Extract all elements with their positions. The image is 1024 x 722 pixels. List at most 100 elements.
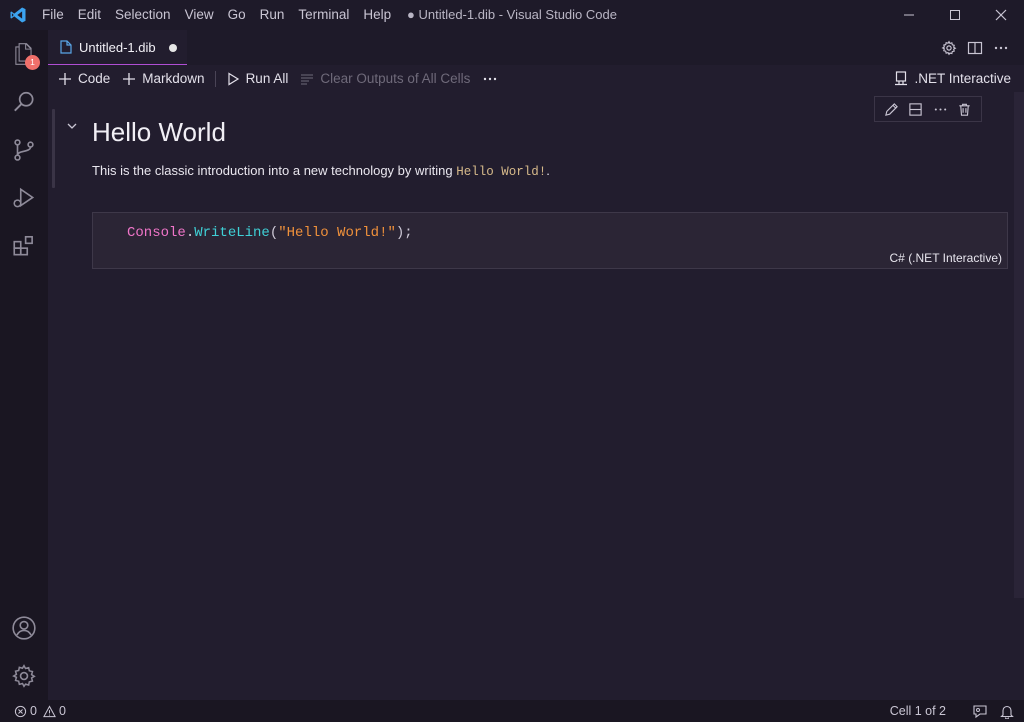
- ellipsis-icon: [484, 77, 497, 80]
- run-debug-button[interactable]: [0, 174, 48, 222]
- menu-run[interactable]: Run: [253, 0, 292, 30]
- notebook-editor: Hello World This is the classic introduc…: [48, 92, 1024, 700]
- kernel-picker[interactable]: .NET Interactive: [894, 65, 1011, 92]
- tab-untitled-1[interactable]: Untitled-1.dib: [48, 30, 187, 65]
- menu-view[interactable]: View: [178, 0, 221, 30]
- ellipsis-icon: [934, 107, 946, 111]
- maximize-button[interactable]: [932, 0, 978, 30]
- server-environment-icon: [895, 71, 908, 86]
- title-bar: File Edit Selection View Go Run Terminal…: [0, 0, 1024, 30]
- problems-status[interactable]: 0 0: [0, 704, 72, 718]
- code-token-close: );: [395, 225, 413, 241]
- vertical-scrollbar[interactable]: [1014, 92, 1024, 598]
- file-icon: [60, 40, 72, 54]
- minimize-button[interactable]: [886, 0, 932, 30]
- collapse-cell-button[interactable]: [66, 120, 78, 135]
- menu-file[interactable]: File: [35, 0, 71, 30]
- chevron-down-icon: [67, 123, 77, 129]
- code-line: Console.WriteLine("Hello World!");: [127, 225, 413, 241]
- toolbar-separator: [214, 70, 216, 87]
- trash-icon: [959, 103, 970, 116]
- code-token-string: "Hello World!": [278, 225, 396, 241]
- extensions-button[interactable]: [0, 222, 48, 270]
- edit-cell-button[interactable]: [881, 99, 901, 119]
- extensions-icon: [13, 235, 33, 256]
- code-cell-editor[interactable]: Console.WriteLine("Hello World!"); C# (.…: [92, 212, 1008, 269]
- notebook-toolbar: Code Markdown Run All Clear Outputs of A…: [48, 65, 1024, 92]
- notifications-button[interactable]: [1000, 704, 1014, 719]
- cell-position[interactable]: Cell 1 of 2: [890, 704, 946, 718]
- paragraph-end: .: [546, 163, 550, 178]
- code-token-dot: .: [185, 225, 195, 241]
- code-token-class: Console: [127, 225, 186, 241]
- toolbar-more-button[interactable]: [476, 65, 504, 92]
- add-markdown-label: Markdown: [142, 71, 205, 86]
- vscode-logo-icon: [0, 0, 35, 30]
- warning-icon: [43, 704, 56, 717]
- explorer-button[interactable]: 1: [0, 30, 48, 78]
- run-all-button[interactable]: Run All: [220, 65, 295, 92]
- feedback-button[interactable]: [972, 704, 988, 719]
- gear-icon: [12, 664, 36, 688]
- window-controls: [886, 0, 1024, 30]
- minimize-icon: [904, 14, 914, 16]
- split-cell-button[interactable]: [906, 99, 926, 119]
- status-bar: 0 0 Cell 1 of 2: [0, 700, 1024, 722]
- search-icon: [14, 91, 34, 112]
- notebook-settings-button[interactable]: [936, 35, 962, 61]
- paragraph-text: This is the classic introduction into a …: [92, 163, 457, 178]
- bell-icon: [1000, 705, 1014, 719]
- code-token-method: WriteLine: [194, 225, 270, 241]
- split-editor-icon: [967, 41, 983, 54]
- split-editor-button[interactable]: [962, 35, 988, 61]
- menu-go[interactable]: Go: [221, 0, 253, 30]
- status-right: Cell 1 of 2: [890, 700, 1014, 722]
- markdown-paragraph: This is the classic introduction into a …: [92, 163, 550, 179]
- code-token-open-paren: (: [269, 225, 279, 241]
- menu-bar: File Edit Selection View Go Run Terminal…: [35, 0, 398, 30]
- source-control-icon: [14, 139, 34, 161]
- run-debug-icon: [13, 187, 35, 208]
- cell-more-button[interactable]: [930, 99, 950, 119]
- cell-focus-indicator: [52, 109, 55, 188]
- unsaved-dot-icon[interactable]: [169, 44, 177, 52]
- tab-label: Untitled-1.dib: [79, 39, 156, 55]
- search-view-button[interactable]: [0, 78, 48, 126]
- menu-selection[interactable]: Selection: [108, 0, 178, 30]
- delete-cell-button[interactable]: [955, 99, 975, 119]
- inline-code: Hello World!: [456, 165, 547, 179]
- ellipsis-icon: [994, 46, 1008, 49]
- editor-tab-bar: Untitled-1.dib: [48, 30, 1024, 65]
- error-count: 0: [30, 704, 37, 718]
- add-code-label: Code: [78, 71, 111, 86]
- plus-icon: [59, 72, 71, 85]
- menu-terminal[interactable]: Terminal: [291, 0, 356, 30]
- markdown-heading: Hello World: [92, 117, 226, 147]
- pencil-icon: [884, 102, 898, 116]
- tab-actions: [936, 30, 1014, 65]
- more-actions-button[interactable]: [988, 35, 1014, 61]
- clear-all-icon: [301, 73, 314, 85]
- feedback-icon: [973, 704, 987, 718]
- warning-count: 0: [58, 704, 66, 718]
- explorer-badge: 1: [25, 55, 40, 70]
- menu-help[interactable]: Help: [356, 0, 398, 30]
- clear-outputs-label: Clear Outputs of All Cells: [320, 71, 471, 86]
- manage-button[interactable]: [0, 652, 48, 700]
- clear-outputs-button[interactable]: Clear Outputs of All Cells: [294, 65, 476, 92]
- accounts-button[interactable]: [0, 604, 48, 652]
- play-icon: [227, 71, 239, 86]
- close-window-button[interactable]: [978, 0, 1024, 30]
- menu-edit[interactable]: Edit: [71, 0, 108, 30]
- source-control-button[interactable]: [0, 126, 48, 174]
- split-cell-icon: [909, 102, 922, 116]
- error-icon: [14, 705, 27, 717]
- cell-language-picker[interactable]: C# (.NET Interactive): [890, 251, 1002, 265]
- maximize-icon: [950, 10, 960, 20]
- add-markdown-cell-button[interactable]: Markdown: [116, 65, 210, 92]
- gear-icon: [941, 40, 957, 55]
- kernel-label: .NET Interactive: [914, 71, 1011, 86]
- close-icon: [995, 9, 1007, 21]
- account-icon: [12, 616, 36, 640]
- add-code-cell-button[interactable]: Code: [52, 65, 116, 92]
